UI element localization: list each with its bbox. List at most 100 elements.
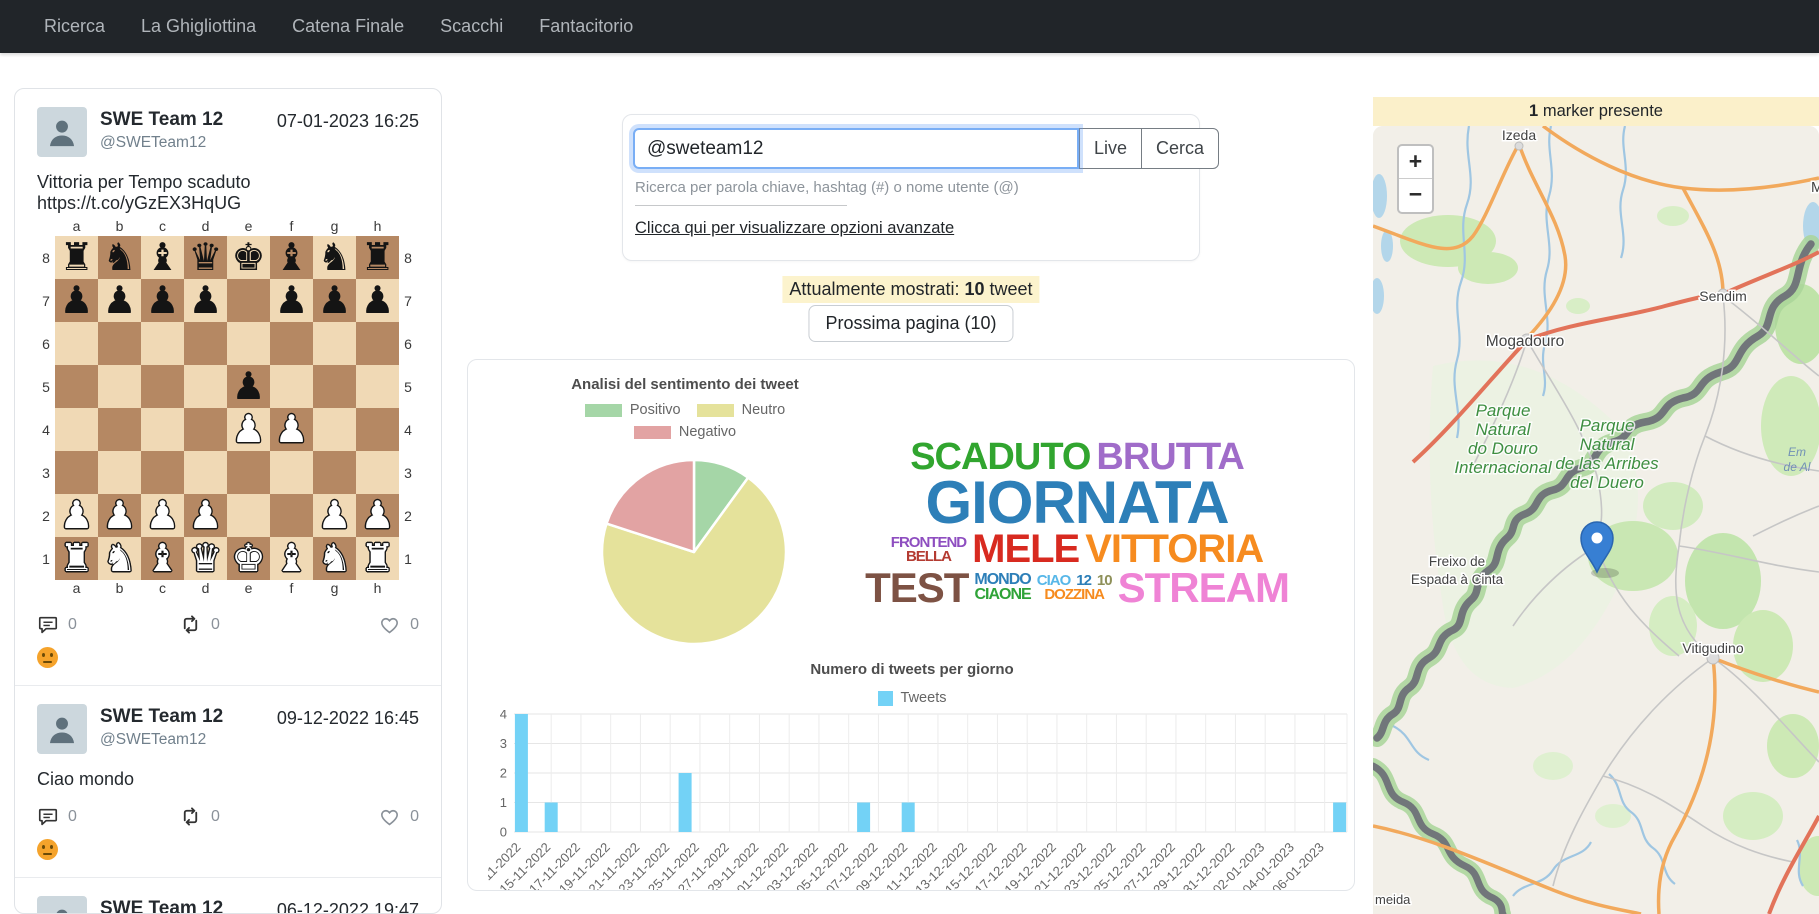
like-icon[interactable] bbox=[378, 613, 401, 636]
wordcloud-line: DOZZINA bbox=[1041, 588, 1107, 602]
tweet-text: Vittoria per Tempo scaduto https://t.co/… bbox=[37, 172, 419, 214]
map-label-multiline: do Douro bbox=[1468, 439, 1538, 458]
chess-piece: ♜ bbox=[356, 236, 399, 278]
board-square bbox=[141, 322, 184, 365]
live-button[interactable]: Live bbox=[1079, 128, 1141, 169]
map-label-multiline: de las Arribes bbox=[1555, 454, 1659, 473]
map-label-mi: Mi bbox=[1811, 180, 1819, 196]
tweet-header: SWE Team 12@SWETeam1209-12-2022 16:45 bbox=[37, 704, 419, 754]
map-label-multiline: del Duero bbox=[1570, 473, 1644, 492]
sentiment-pie-chart bbox=[598, 456, 790, 648]
search-button[interactable]: Cerca bbox=[1141, 128, 1219, 169]
tweet-card: SWE Team 12@SWETeam1209-12-2022 16:45Cia… bbox=[15, 685, 441, 877]
map-label-multiline: Freixo de bbox=[1429, 554, 1485, 569]
chess-piece: ♟ bbox=[98, 494, 141, 536]
rank-label: 4 bbox=[37, 408, 55, 451]
rank-label: 2 bbox=[399, 494, 417, 537]
chess-piece: ♟ bbox=[270, 279, 313, 321]
board-rank: 4♟♟4 bbox=[37, 408, 417, 451]
tweet-feed[interactable]: SWE Team 12@SWETeam12 07-01-2023 16:25 Vit… bbox=[14, 88, 442, 914]
zoom-in-button[interactable]: + bbox=[1399, 146, 1432, 179]
board-square: ♞ bbox=[98, 537, 141, 580]
y-tick-label: 3 bbox=[500, 736, 507, 751]
board-square: ♟ bbox=[313, 279, 356, 322]
board-square: ♝ bbox=[270, 537, 313, 580]
like-icon[interactable] bbox=[378, 805, 401, 828]
retweets-counter[interactable]: 0 bbox=[179, 613, 220, 636]
leaflet-map[interactable]: IzedaMogadouroSendimMiVitigudinomeidaFre… bbox=[1373, 126, 1819, 914]
board-rank: 33 bbox=[37, 451, 417, 494]
comments-counter[interactable]: 0 bbox=[37, 806, 77, 828]
likes-counter[interactable]: 0 bbox=[378, 805, 419, 828]
chess-piece: ♝ bbox=[270, 537, 313, 579]
nav-item-ricerca[interactable]: Ricerca bbox=[44, 16, 105, 37]
tweet-timestamp: 09-12-2022 16:45 bbox=[277, 704, 419, 729]
chess-piece: ♚ bbox=[227, 236, 270, 278]
nav-item-la-ghigliottina[interactable]: La Ghigliottina bbox=[141, 16, 256, 37]
board-square: ♟ bbox=[141, 494, 184, 537]
rank-label: 2 bbox=[37, 494, 55, 537]
wordcloud-stack: CIAO1210DOZZINA bbox=[1034, 574, 1115, 602]
file-label: g bbox=[313, 580, 356, 598]
comment-icon[interactable] bbox=[37, 806, 59, 828]
rank-label: 6 bbox=[37, 322, 55, 365]
advanced-options-link[interactable]: Clicca qui per visualizzare opzioni avan… bbox=[635, 219, 954, 238]
tweet-engagement-bar: 0 0 0 bbox=[37, 805, 419, 828]
retweet-icon[interactable] bbox=[179, 613, 202, 636]
board-square: ♜ bbox=[55, 537, 98, 580]
comment-icon[interactable] bbox=[37, 614, 59, 636]
results-count-badge: Attualmente mostrati: 10 tweet bbox=[782, 276, 1039, 303]
board-square: ♜ bbox=[55, 236, 98, 279]
next-page-button[interactable]: Prossima pagina (10) bbox=[808, 305, 1013, 342]
chess-piece: ♝ bbox=[270, 236, 313, 278]
nav-item-fantacitorio[interactable]: Fantacitorio bbox=[539, 16, 633, 37]
legend-item-negativo[interactable]: Negativo bbox=[634, 424, 736, 440]
file-label: f bbox=[270, 580, 313, 598]
rank-label: 6 bbox=[399, 322, 417, 365]
legend-item-neutro[interactable]: Neutro bbox=[697, 402, 786, 418]
likes-counter[interactable]: 0 bbox=[378, 613, 419, 636]
board-square bbox=[141, 451, 184, 494]
map-tiles: IzedaMogadouroSendimMiVitigudinomeidaFre… bbox=[1373, 126, 1819, 914]
results-count-suffix: tweet bbox=[985, 279, 1033, 299]
chess-piece: ♝ bbox=[141, 236, 184, 278]
tweet-header: SWE Team 12@SWETeam1206-12-2022 19:47 bbox=[37, 896, 419, 914]
likes-count: 0 bbox=[410, 616, 419, 634]
tweet-author-handle: @SWETeam12 bbox=[100, 731, 223, 749]
retweets-counter[interactable]: 0 bbox=[179, 805, 220, 828]
map-label-multiline: Parque bbox=[1580, 416, 1635, 435]
map-label-multiline: Em bbox=[1788, 445, 1806, 459]
map-label-multiline: Parque bbox=[1476, 401, 1531, 420]
nav-item-scacchi[interactable]: Scacchi bbox=[440, 16, 503, 37]
wordcloud-line: BELLA bbox=[903, 550, 954, 564]
tweet-identity: SWE Team 12@SWETeam12 bbox=[100, 107, 223, 152]
board-square bbox=[98, 322, 141, 365]
board-square bbox=[356, 408, 399, 451]
wordcloud-word: DOZZINA bbox=[1041, 588, 1107, 602]
bar-15-11-2022 bbox=[545, 803, 558, 833]
chess-piece: ♚ bbox=[227, 537, 270, 579]
tweets-legend-label: Tweets bbox=[901, 690, 947, 706]
bar-chart-legend: Tweets bbox=[468, 690, 1355, 706]
map-label-multiline: Internacional bbox=[1454, 458, 1553, 477]
y-tick-label: 2 bbox=[500, 766, 507, 781]
board-square: ♞ bbox=[98, 236, 141, 279]
wordcloud-word: TEST bbox=[862, 568, 971, 607]
file-label: h bbox=[356, 218, 399, 236]
rank-label: 3 bbox=[37, 451, 55, 494]
bar-24-11-2022 bbox=[679, 773, 692, 832]
zoom-out-button[interactable]: − bbox=[1399, 179, 1432, 212]
nav-item-catena-finale[interactable]: Catena Finale bbox=[292, 16, 404, 37]
comments-counter[interactable]: 0 bbox=[37, 614, 77, 636]
search-input[interactable] bbox=[633, 128, 1079, 169]
retweet-icon[interactable] bbox=[179, 805, 202, 828]
board-square: ♟ bbox=[356, 494, 399, 537]
board-square: ♟ bbox=[227, 365, 270, 408]
map-panel: 1 marker presente bbox=[1373, 97, 1819, 914]
board-square bbox=[356, 365, 399, 408]
legend-item-positivo[interactable]: Positivo bbox=[585, 402, 681, 418]
comments-count: 0 bbox=[68, 808, 77, 826]
tweet-timestamp: 07-01-2023 16:25 bbox=[277, 107, 419, 132]
board-square: ♟ bbox=[356, 279, 399, 322]
board-square bbox=[227, 322, 270, 365]
